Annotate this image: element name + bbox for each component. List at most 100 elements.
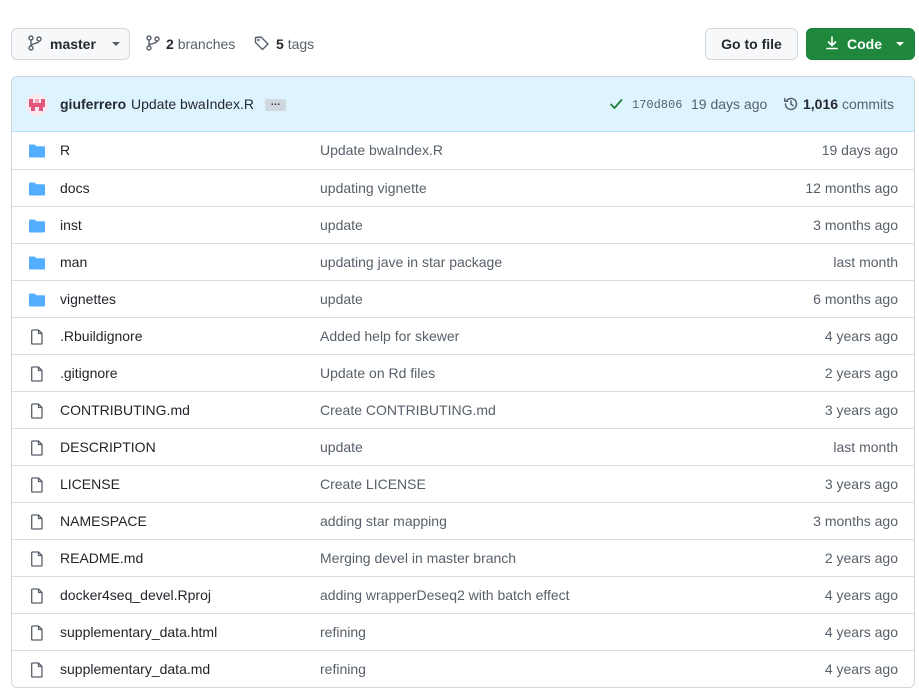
branch-select-button[interactable]: master	[11, 28, 130, 60]
file-commit-age: 3 months ago	[813, 217, 898, 233]
history-icon[interactable]	[783, 96, 799, 115]
folder-icon	[28, 143, 46, 159]
file-row[interactable]: vignettes update 6 months ago	[12, 280, 914, 317]
file-row[interactable]: .Rbuildignore Added help for skewer 4 year…	[12, 317, 914, 354]
file-name-link[interactable]: .gitignore	[60, 365, 118, 381]
file-row[interactable]: supplementary_data.md refining 4 years ago	[12, 650, 914, 687]
file-row[interactable]: LICENSE Create LICENSE 3 years ago	[12, 465, 914, 502]
file-name-link[interactable]: man	[60, 254, 87, 270]
file-name-link[interactable]: LICENSE	[60, 476, 120, 492]
file-commit-age: 4 years ago	[824, 587, 898, 603]
folder-icon	[28, 292, 46, 308]
file-row[interactable]: docker4seq_devel.Rproj adding wrapperDese…	[12, 576, 914, 613]
commits-count: 1,016	[803, 96, 839, 112]
commit-time: 19 days ago	[691, 96, 768, 112]
file-name-link[interactable]: README.md	[60, 550, 143, 566]
file-commit-age: 19 days ago	[821, 142, 898, 158]
file-row[interactable]: README.md Merging devel in master branch 2…	[12, 539, 914, 576]
file-commit-age: 4 years ago	[824, 624, 898, 640]
file-commit-message-link[interactable]: Update bwaIndex.R	[320, 142, 443, 158]
file-name-link[interactable]: .Rbuildignore	[60, 328, 143, 344]
commits-link[interactable]: 1,016 commits	[803, 96, 894, 112]
file-commit-message-link[interactable]: adding wrapperDeseq2 with batch effect	[320, 587, 570, 603]
file-commit-age: 3 months ago	[813, 513, 898, 529]
file-row[interactable]: NAMESPACE adding star mapping 3 months ago	[12, 502, 914, 539]
file-commit-message-link[interactable]: updating vignette	[320, 180, 427, 196]
file-row[interactable]: .gitignore Update on Rd files 2 years ago	[12, 354, 914, 391]
file-commit-message-link[interactable]: update	[320, 217, 363, 233]
commit-author[interactable]: giuferrero	[60, 96, 126, 112]
file-row[interactable]: inst update 3 months ago	[12, 206, 914, 243]
file-icon	[28, 477, 46, 493]
file-row[interactable]: supplementary_data.html refining 4 years a…	[12, 613, 914, 650]
file-icon	[28, 366, 46, 382]
file-row[interactable]: docs updating vignette 12 months ago	[12, 169, 914, 206]
file-name-link[interactable]: NAMESPACE	[60, 513, 147, 529]
tags-link[interactable]: 5 tags	[254, 28, 314, 60]
file-name-link[interactable]: R	[60, 142, 70, 158]
file-commit-message-link[interactable]: adding star mapping	[320, 513, 447, 529]
file-icon	[28, 662, 46, 678]
file-commit-age: 3 years ago	[824, 476, 898, 492]
file-list: R Update bwaIndex.R 19 days ago docs updatin…	[12, 132, 914, 687]
file-commit-message-link[interactable]: update	[320, 291, 363, 307]
latest-commit-bar: giuferrero Update bwaIndex.R … 170d806 1…	[12, 77, 914, 132]
git-branch-icon	[28, 34, 42, 54]
file-commit-message-link[interactable]: Merging devel in master branch	[320, 550, 516, 566]
branch-name: master	[50, 36, 96, 52]
file-icon	[28, 551, 46, 567]
go-to-file-button[interactable]: Go to file	[705, 28, 798, 60]
file-commit-message-link[interactable]: Create LICENSE	[320, 476, 426, 492]
commit-message[interactable]: Update bwaIndex.R	[131, 96, 254, 112]
tags-label: tags	[287, 36, 315, 52]
repo-toolbar: master 2 branches 5 tags Go to file Code	[0, 0, 919, 88]
file-commit-message-link[interactable]: refining	[320, 624, 366, 640]
file-commit-age: last month	[833, 439, 898, 455]
file-browser: giuferrero Update bwaIndex.R … 170d806 1…	[11, 76, 915, 688]
file-icon	[28, 403, 46, 419]
tag-icon	[254, 35, 270, 54]
file-commit-age: 3 years ago	[824, 402, 898, 418]
avatar[interactable]	[26, 94, 48, 116]
file-row[interactable]: R Update bwaIndex.R 19 days ago	[12, 132, 914, 169]
commit-sha[interactable]: 170d806	[632, 98, 682, 112]
file-name-link[interactable]: docker4seq_devel.Rproj	[60, 587, 211, 603]
file-icon	[28, 514, 46, 530]
file-commit-message-link[interactable]: Update on Rd files	[320, 365, 435, 381]
file-name-link[interactable]: supplementary_data.md	[60, 661, 210, 677]
code-button[interactable]: Code	[806, 28, 915, 60]
file-name-link[interactable]: inst	[60, 217, 82, 233]
code-button-label: Code	[847, 36, 882, 52]
file-commit-age: 4 years ago	[824, 328, 898, 344]
file-commit-age: 4 years ago	[824, 661, 898, 677]
file-icon	[28, 588, 46, 604]
file-name-link[interactable]: docs	[60, 180, 90, 196]
file-commit-age: 2 years ago	[824, 365, 898, 381]
folder-icon	[28, 255, 46, 271]
tags-count: 5	[276, 36, 284, 52]
file-commit-message-link[interactable]: refining	[320, 661, 366, 677]
file-icon	[28, 440, 46, 456]
chevron-down-icon	[896, 42, 904, 46]
file-commit-message-link[interactable]: Create CONTRIBUTING.md	[320, 402, 496, 418]
file-name-link[interactable]: CONTRIBUTING.md	[60, 402, 190, 418]
file-commit-message-link[interactable]: update	[320, 439, 363, 455]
file-commit-age: 12 months ago	[805, 180, 898, 196]
file-name-link[interactable]: DESCRIPTION	[60, 439, 156, 455]
file-row[interactable]: DESCRIPTION update last month	[12, 428, 914, 465]
file-name-link[interactable]: vignettes	[60, 291, 116, 307]
chevron-down-icon	[111, 42, 120, 46]
file-row[interactable]: CONTRIBUTING.md Create CONTRIBUTING.md 3 y…	[12, 391, 914, 428]
file-name-link[interactable]: supplementary_data.html	[60, 624, 217, 640]
file-commit-age: 2 years ago	[824, 550, 898, 566]
file-commit-age: 6 months ago	[813, 291, 898, 307]
download-icon	[825, 35, 839, 54]
expand-commit-message-button[interactable]: …	[265, 98, 286, 111]
branches-link[interactable]: 2 branches	[146, 28, 235, 60]
check-icon[interactable]	[609, 96, 623, 115]
file-commit-message-link[interactable]: updating jave in star package	[320, 254, 502, 270]
folder-icon	[28, 218, 46, 234]
file-icon	[28, 625, 46, 641]
file-commit-message-link[interactable]: Added help for skewer	[320, 328, 459, 344]
file-row[interactable]: man updating jave in star package last mon…	[12, 243, 914, 280]
